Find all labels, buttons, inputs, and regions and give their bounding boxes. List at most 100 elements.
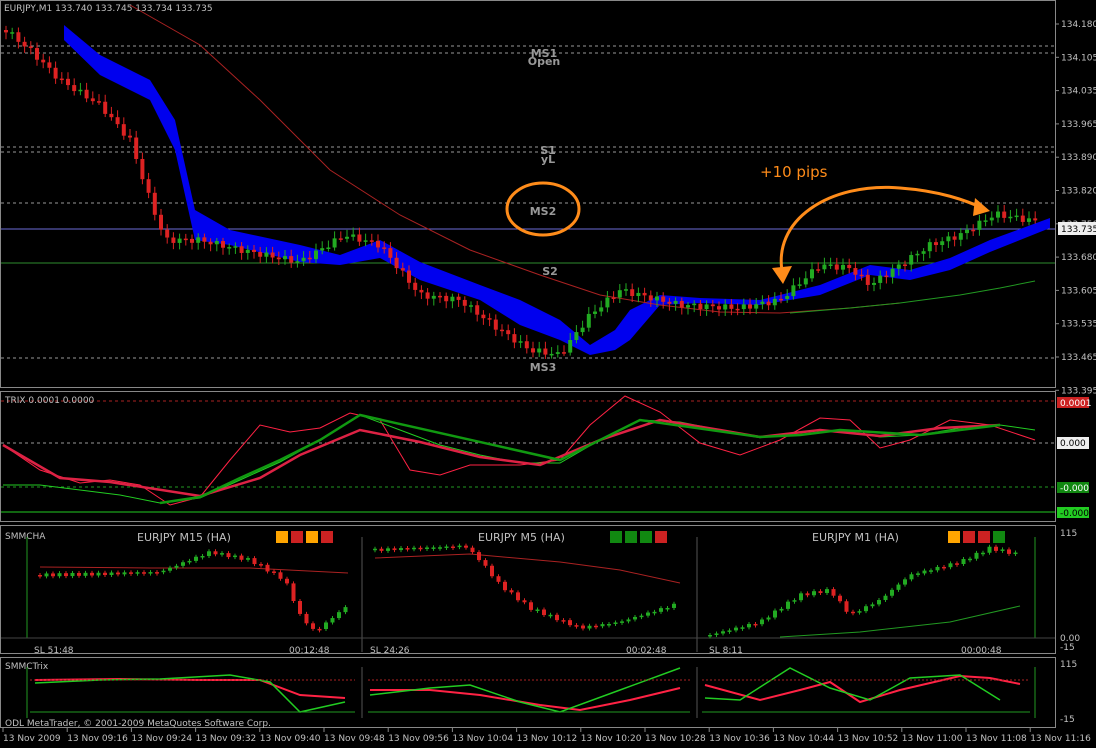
time-tick-label: 13 Nov 09:40 [260,734,321,744]
signal-box [978,531,990,543]
ha-body [392,548,397,551]
ha-body [116,572,120,575]
candle-body [425,292,430,299]
ha-body [317,628,322,631]
ha-body [805,593,810,596]
smmcha-title-m5: EURJPY M5 (HA) [478,531,565,544]
ha-body [561,620,566,622]
candle-body [810,269,814,279]
ha-body [412,547,416,550]
candle-body [586,313,591,328]
candle-body [524,341,529,349]
smmcha-title-m1: EURJPY M1 (HA) [812,531,899,544]
time-tick-label: 13 Nov 10:44 [773,734,834,744]
candle-body [152,192,157,215]
candle-body [196,237,201,243]
candle-body [171,237,176,243]
ha-body [148,572,153,574]
candle-body [847,264,852,269]
ha-body [278,572,283,579]
time-tick-label: 13 Nov 09:56 [388,734,449,744]
candle-body [841,264,845,270]
ha-body [535,609,540,612]
candle-body [462,299,467,306]
trix-tick-zero: 0.000 [1060,439,1086,449]
ha-body [987,546,992,553]
time-axis: 13 Nov 2009 13 Nov 09:16 13 Nov 09:24 13 No… [2,728,1091,744]
label-yl: yL [541,153,555,166]
ha-body [187,560,192,563]
smmctrix-lines [30,667,1030,713]
candle-body [617,290,622,298]
candle-body [276,257,281,260]
candle-body [183,238,188,241]
ha-body [721,631,725,634]
ha-body [503,581,507,591]
candle-body [28,46,33,49]
candle-body [593,311,597,314]
ha-body [714,633,719,635]
ha-body [961,559,966,565]
candle-body [165,229,170,238]
candle-body [555,352,560,354]
ha-body [343,607,348,613]
ha-body [373,548,377,551]
ha-body [903,579,907,585]
candle-body [41,59,46,63]
candle-body [989,217,994,221]
candle-body [314,250,318,260]
time-tick-label: 13 Nov 10:52 [838,734,899,744]
candle-body [760,301,765,305]
ha-body [942,566,946,569]
ha-body [444,546,449,549]
ha-body [1000,549,1005,551]
candle-body [834,264,839,270]
candle-body [543,348,548,355]
candle-body [692,303,697,306]
ha-body [760,619,764,625]
candle-body [382,247,387,249]
candle-body [301,257,306,262]
candle-body [667,301,672,304]
time-tick-label: 13 Nov 10:04 [452,734,513,744]
ha-body [57,573,62,577]
ha-body [246,558,250,560]
ha-body [981,552,985,555]
candle-body [766,301,771,306]
signal-box [948,531,960,543]
trix-panel: TRIX 0.0001 0.0000 0.0001 0.000 -0.000 -… [1,395,1092,519]
candle-body [419,289,424,293]
candle-body [896,264,901,269]
ha-body [399,548,403,551]
candle-body [10,32,15,34]
candle-body [785,296,790,299]
candle-body [884,275,889,278]
ha-body [379,548,384,551]
ha-body [838,595,842,602]
candle-body [431,295,436,299]
metatrader-chart[interactable]: MS1 Open S1 yL MS2 S2 MS3 +10 pips EURJP… [0,0,1096,748]
ha-body [142,572,146,574]
candle-body [332,238,337,248]
candle-body [655,296,659,301]
candle-body [1020,215,1025,222]
candle-body [568,339,573,353]
ha-body [285,578,289,584]
smmctrix-red-line [34,677,346,699]
ha-body [766,617,771,620]
price-tick-label: 134.035 [1061,87,1096,97]
smmcha-panel: SMMCHA EURJPY M15 (HA) EURJPY M5 (HA) EU… [1,529,1080,656]
candle-body [78,89,83,92]
candle-body [413,282,418,290]
cloud-band [64,25,1050,355]
smmctrix-panel-frame [0,657,1056,728]
price-tick-label: 133.680 [1061,253,1096,263]
ha-body [496,576,501,582]
signal-box [610,531,622,543]
ha-body [574,625,579,627]
candle-body [890,268,895,277]
time-tick-label: 13 Nov 10:28 [645,734,706,744]
candle-body [927,242,932,252]
ha-body [425,547,429,549]
price-tick-label: 133.820 [1061,187,1096,197]
